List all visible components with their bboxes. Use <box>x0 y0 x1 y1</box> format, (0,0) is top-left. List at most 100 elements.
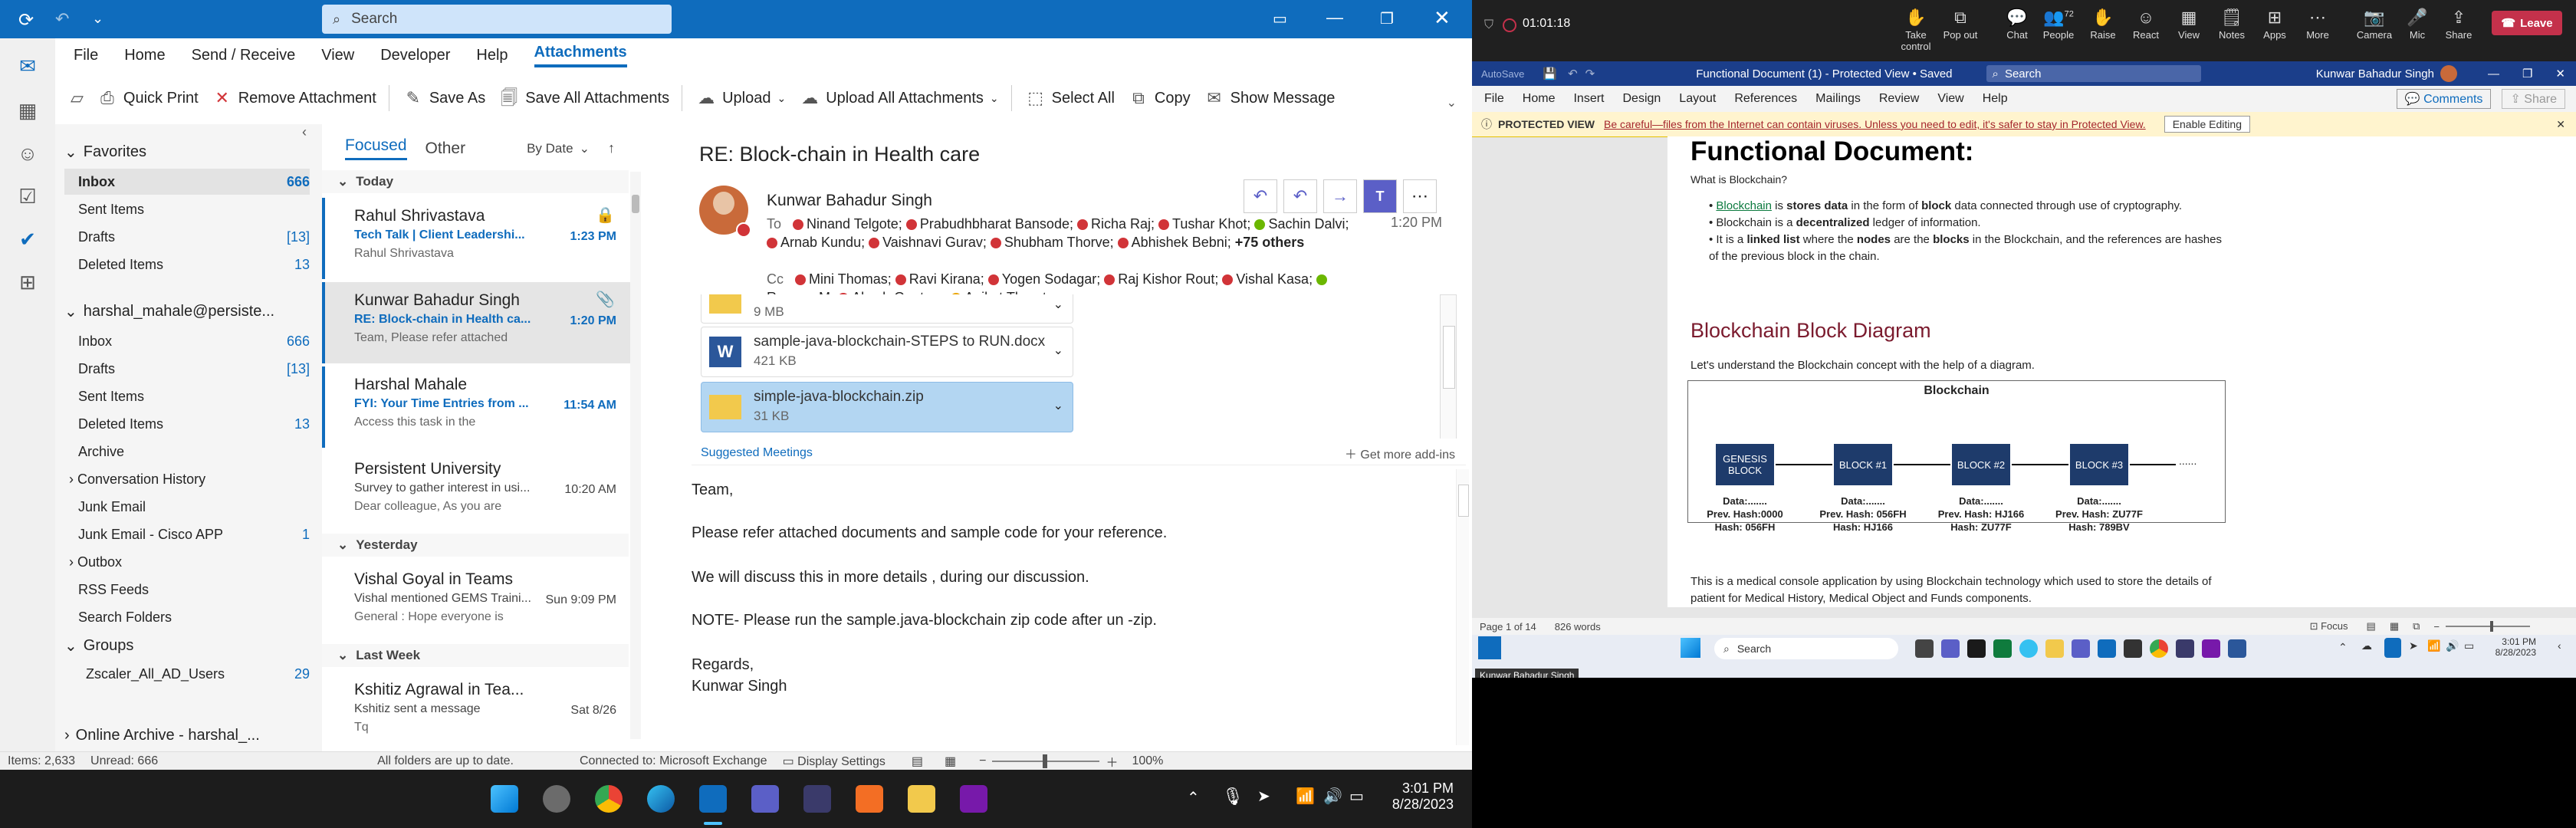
tab-developer[interactable]: Developer <box>380 47 450 64</box>
attachments-scrollbar[interactable] <box>1440 294 1457 439</box>
onenote-icon[interactable] <box>960 785 987 813</box>
page-count[interactable]: Page 1 of 14 <box>1480 621 1536 632</box>
word-icon[interactable] <box>2228 639 2246 658</box>
tab-references[interactable]: References <box>1734 92 1797 106</box>
folder-search-folders[interactable]: Search Folders <box>78 604 310 630</box>
tab-home[interactable]: Home <box>1523 92 1556 106</box>
more-recipients-link[interactable]: +75 others <box>1235 235 1305 250</box>
chevron-down-icon[interactable]: ⌄ <box>1053 398 1063 413</box>
remote-desktop-icon[interactable] <box>2176 639 2194 658</box>
send-icon[interactable]: ➤ <box>2409 639 2418 652</box>
folder-conversation-history[interactable]: › Conversation History <box>69 466 310 492</box>
save-icon[interactable]: 💾 <box>1543 67 1557 80</box>
clock[interactable]: 3:01 PM 8/28/2023 <box>2482 636 2536 658</box>
addins-button[interactable]: ＋ Get more add-ins <box>1345 444 1455 462</box>
focus-button[interactable]: ⊡ Focus <box>2310 620 2348 632</box>
recipient[interactable]: Sachin Dalvi; <box>1254 216 1349 232</box>
list-item[interactable]: Kunwar Bahadur Singh 📎 RE: Block-chain i… <box>322 282 638 363</box>
close-icon[interactable]: ✕ <box>2556 118 2565 131</box>
save-all-button[interactable]: 🗐 Save All Attachments <box>499 83 669 113</box>
body-scrollbar[interactable] <box>1456 469 1469 745</box>
scroll-thumb[interactable] <box>1458 485 1469 517</box>
normal-view-icon[interactable]: ▤ <box>912 754 923 769</box>
tab-insert[interactable]: Insert <box>1573 92 1604 106</box>
attachment-item[interactable]: W sample-java-blockchain-STEPS to RUN.do… <box>701 327 1073 377</box>
chevron-up-icon[interactable]: ⌃ <box>2338 641 2348 654</box>
enable-editing-button[interactable]: Enable Editing <box>2164 116 2250 133</box>
group-yesterday[interactable]: ⌄ Yesterday <box>322 534 629 557</box>
tab-help[interactable]: Help <box>1983 92 2008 106</box>
suggested-meetings-link[interactable]: Suggested Meetings <box>701 446 813 460</box>
chevron-down-icon[interactable]: ⌄ <box>580 141 590 156</box>
attachment-item-selected[interactable]: simple-java-blockchain.zip 31 KB ⌄ <box>701 382 1073 432</box>
outlook-icon[interactable] <box>2098 639 2116 658</box>
folder-inbox[interactable]: Inbox 666 <box>78 328 310 354</box>
read-mode-icon[interactable]: ▤ <box>2367 620 2376 632</box>
display-settings-button[interactable]: ▭ Display Settings <box>783 754 886 769</box>
remote-desktop-icon[interactable] <box>803 785 831 813</box>
comments-button[interactable]: 💬 Comments <box>2396 89 2492 109</box>
folder-group-zscaler[interactable]: Zscaler_All_AD_Users 29 <box>86 661 310 687</box>
clock[interactable]: 3:01 PM 8/28/2023 <box>1380 780 1454 813</box>
edge-icon[interactable] <box>2019 639 2038 658</box>
folder-rss[interactable]: RSS Feeds <box>78 577 310 603</box>
tab-review[interactable]: Review <box>1879 92 1919 106</box>
folder-favorites-drafts[interactable]: Drafts [13] <box>78 224 310 250</box>
list-item[interactable]: Harshal Mahale FYI: Your Time Entries fr… <box>322 366 638 448</box>
view-button[interactable]: ▦ View <box>2165 8 2213 41</box>
terminal-icon[interactable] <box>2124 639 2142 658</box>
leave-button[interactable]: ☎ Leave <box>2492 11 2562 35</box>
zoom-thumb[interactable] <box>1043 754 1048 768</box>
folder-favorites-sent[interactable]: Sent Items <box>78 196 310 222</box>
tab-help[interactable]: Help <box>476 47 508 64</box>
word-taskbar-icon[interactable] <box>1478 636 1501 659</box>
chrome-icon[interactable] <box>595 785 623 813</box>
online-archive-header[interactable]: › Online Archive - harshal_... <box>64 727 260 744</box>
tab-file[interactable]: File <box>1484 92 1504 106</box>
recipient[interactable]: Richa Raj; <box>1076 216 1155 232</box>
group-today[interactable]: ⌄ Today <box>322 170 629 193</box>
apps-icon[interactable]: ⊞ <box>15 270 40 294</box>
folder-favorites-deleted[interactable]: Deleted Items 13 <box>78 251 310 278</box>
folder-outbox[interactable]: › Outbox <box>69 549 310 575</box>
scroll-thumb[interactable] <box>1443 326 1455 389</box>
tab-focused[interactable]: Focused <box>345 136 407 160</box>
favorites-header[interactable]: ⌄ Favorites <box>64 143 146 162</box>
people-button[interactable]: 👥72 People <box>2035 8 2082 41</box>
document-title[interactable]: Functional Document (1) - Protected View… <box>1696 67 1952 80</box>
tab-layout[interactable]: Layout <box>1679 92 1716 106</box>
upload-all-button[interactable]: ☁ Upload All Attachments ⌄ <box>800 83 998 113</box>
chevron-down-icon[interactable]: ⌄ <box>1053 297 1063 312</box>
recipient[interactable]: Vishal Kasa; <box>1222 271 1313 287</box>
meet-icon[interactable] <box>1941 639 1960 658</box>
group-last-week[interactable]: ⌄ Last Week <box>322 644 629 667</box>
sort-by-date[interactable]: By Date <box>527 141 573 156</box>
list-item[interactable]: Kshitiz Agrawal in Tea... Kshitiz sent a… <box>322 672 638 753</box>
search-box[interactable]: ⌕ Search <box>322 5 672 34</box>
pop-out-button[interactable]: ⧉ Pop out <box>1937 8 1984 41</box>
folder-archive[interactable]: Archive <box>78 439 310 465</box>
notifications-icon[interactable]: ‹ <box>2558 639 2561 652</box>
widgets-icon[interactable] <box>1967 639 1986 658</box>
battery-icon[interactable]: ▭ <box>2464 639 2474 652</box>
recipient[interactable]: Mini Thomas; <box>795 271 892 287</box>
folder-junk[interactable]: Junk Email <box>78 494 310 520</box>
folder-deleted[interactable]: Deleted Items 13 <box>78 411 310 437</box>
list-item[interactable]: Vishal Goyal in Teams Vishal mentioned G… <box>322 561 638 642</box>
sort-direction-icon[interactable]: ↑ <box>608 140 615 156</box>
recipient[interactable]: Prabudhbharat Bansode; <box>905 216 1073 232</box>
blockchain-link[interactable]: Blockchain <box>1716 199 1772 212</box>
mic-active-icon[interactable] <box>2384 638 2401 658</box>
folder-junk-cisco[interactable]: Junk Email - Cisco APP 1 <box>78 521 310 547</box>
store-icon[interactable] <box>1993 639 2012 658</box>
task-view-icon[interactable] <box>1915 639 1934 658</box>
teams-icon[interactable] <box>2072 639 2090 658</box>
reply-icon[interactable]: ↶ <box>1244 179 1277 213</box>
speaker-icon[interactable]: 🔊 <box>2446 639 2459 652</box>
open-icon[interactable]: ▱ <box>71 88 84 108</box>
groups-header[interactable]: ⌄ Groups <box>64 636 133 656</box>
account-header[interactable]: ⌄ harshal_mahale@persiste... <box>64 302 274 321</box>
start-icon[interactable] <box>491 785 518 813</box>
redo-icon[interactable]: ↷ <box>1585 67 1595 80</box>
teams-icon[interactable] <box>751 785 779 813</box>
